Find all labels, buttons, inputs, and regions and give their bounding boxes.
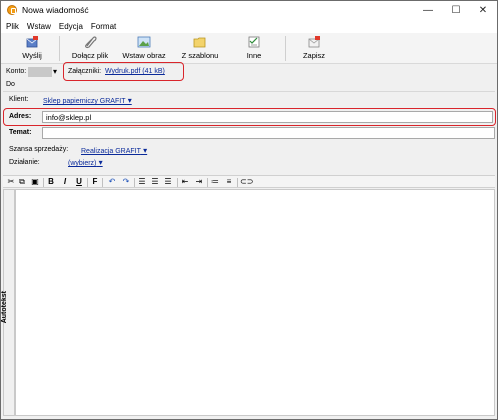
align-center-icon[interactable]: ☰	[150, 177, 160, 187]
toolbar-separator	[59, 36, 60, 61]
outdent-icon[interactable]: ⇤	[180, 177, 190, 187]
toolbar-separator	[102, 178, 103, 187]
attachment-file-link[interactable]: Wydruk.pdf (41 kB)	[105, 68, 165, 75]
underline-button[interactable]: U	[75, 177, 83, 187]
main-toolbar: Wyślij Dołącz plik Wstaw obraz Z szablon…	[1, 33, 497, 64]
toolbar-separator	[43, 178, 44, 187]
minimize-button[interactable]: —	[415, 1, 441, 20]
attach-file-label: Dołącz plik	[71, 51, 109, 60]
other-label: Inne	[246, 51, 262, 60]
attachments-label: Załączniki:	[68, 68, 102, 75]
indent-icon[interactable]: ⇥	[194, 177, 204, 187]
autotext-label[interactable]: Autotekst	[1, 291, 13, 323]
send-mail-icon	[26, 36, 38, 48]
paste-icon[interactable]: ▣	[30, 177, 40, 187]
client-dropdown[interactable]: Sklep papierniczy GRAFIT	[43, 96, 132, 105]
menu-edycja[interactable]: Edycja	[59, 22, 83, 31]
address-input[interactable]: info@sklep.pl	[42, 111, 493, 123]
message-body-editor[interactable]	[15, 189, 495, 416]
numbered-list-icon[interactable]: ≔	[210, 177, 220, 187]
sales-chance-dropdown[interactable]: Realizacja GRAFIT	[81, 146, 147, 155]
bullet-list-icon[interactable]: ≡	[224, 177, 234, 187]
toolbar-separator	[177, 178, 178, 187]
toolbar-separator	[285, 36, 286, 61]
redo-icon[interactable]: ↷	[121, 177, 131, 187]
app-icon	[7, 5, 17, 15]
toolbar-separator	[237, 178, 238, 187]
checklist-icon	[248, 36, 260, 48]
menu-format[interactable]: Format	[91, 22, 116, 31]
from-template-label: Z szablonu	[181, 51, 219, 60]
align-right-icon[interactable]: ☰	[163, 177, 173, 187]
sales-chance-label: Szansa sprzedaży:	[9, 146, 69, 153]
action-label: Działanie:	[9, 159, 40, 166]
send-label: Wyślij	[22, 51, 42, 60]
insert-image-button[interactable]: Wstaw obraz	[121, 35, 167, 63]
address-label: Adres:	[9, 113, 32, 120]
address-value: info@sklep.pl	[46, 113, 92, 122]
subject-label: Temat:	[9, 129, 32, 136]
toolbar-separator	[134, 178, 135, 187]
image-icon	[137, 36, 151, 48]
formatting-toolbar: ✂ ⧉ ▣ B I U F ↶ ↷ ☰ ☰ ☰ ⇤ ⇥ ≔ ≡ ⊂⊃	[3, 175, 495, 188]
client-label: Klient:	[9, 96, 29, 103]
save-icon	[308, 36, 320, 48]
toolbar-separator	[207, 178, 208, 187]
toolbar-separator	[87, 178, 88, 187]
menu-bar: Plik Wstaw Edycja Format	[1, 20, 497, 33]
attach-file-button[interactable]: Dołącz plik	[69, 35, 111, 63]
italic-button[interactable]: I	[61, 177, 69, 187]
to-label: Do	[6, 81, 15, 88]
menu-wstaw[interactable]: Wstaw	[27, 22, 51, 31]
window-title: Nowa wiadomość	[22, 5, 89, 15]
compose-window: Nowa wiadomość — ☐ ✕ Plik Wstaw Edycja F…	[0, 0, 498, 420]
from-template-button[interactable]: Z szablonu	[177, 35, 223, 63]
other-button[interactable]: Inne	[241, 35, 267, 63]
title-bar: Nowa wiadomość — ☐ ✕	[1, 1, 497, 20]
folder-icon	[193, 37, 206, 48]
send-button[interactable]: Wyślij	[19, 35, 45, 63]
account-dropdown-icon[interactable]: ▾	[53, 67, 57, 76]
account-label: Konto:	[6, 68, 27, 75]
font-button[interactable]: F	[91, 177, 99, 187]
action-dropdown[interactable]: (wybierz)	[68, 158, 103, 167]
cut-icon[interactable]: ✂	[7, 177, 15, 187]
bold-button[interactable]: B	[47, 177, 55, 187]
menu-plik[interactable]: Plik	[6, 22, 19, 31]
insert-image-label: Wstaw obraz	[122, 51, 166, 60]
paperclip-icon	[85, 36, 97, 49]
account-select[interactable]	[28, 67, 52, 77]
save-label: Zapisz	[302, 51, 326, 60]
align-left-icon[interactable]: ☰	[137, 177, 147, 187]
divider	[3, 91, 495, 92]
link-icon[interactable]: ⊂⊃	[240, 177, 253, 187]
save-button[interactable]: Zapisz	[301, 35, 327, 63]
maximize-button[interactable]: ☐	[443, 1, 469, 20]
close-button[interactable]: ✕	[470, 1, 496, 20]
copy-icon[interactable]: ⧉	[17, 177, 27, 187]
subject-input[interactable]	[42, 127, 495, 139]
undo-icon[interactable]: ↶	[107, 177, 117, 187]
